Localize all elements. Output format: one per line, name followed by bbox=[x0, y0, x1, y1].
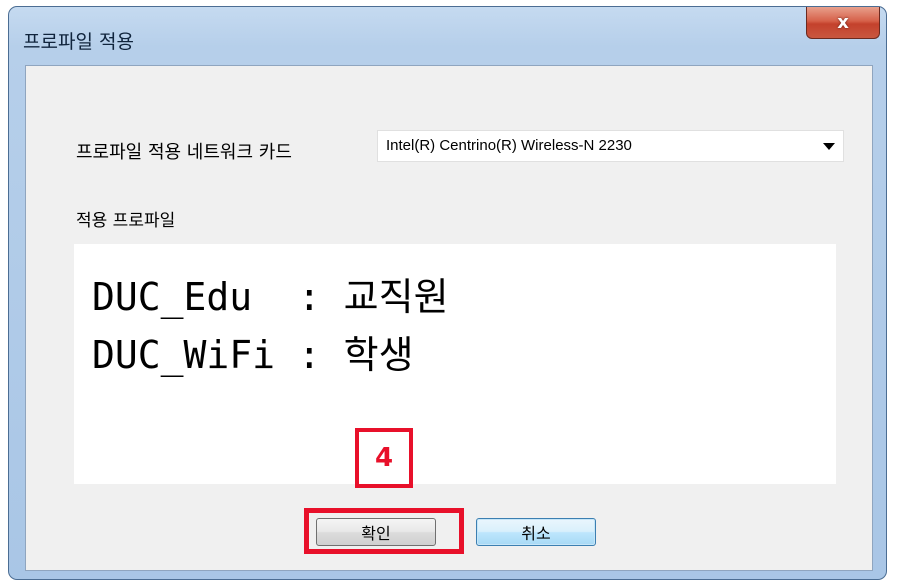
window-title: 프로파일 적용 bbox=[23, 31, 134, 53]
profile-line-edu: DUC_Edu : 교직원 bbox=[92, 275, 449, 319]
close-button[interactable]: x bbox=[806, 7, 880, 39]
chevron-down-icon[interactable] bbox=[823, 143, 835, 150]
step-number-callout: 4 bbox=[355, 428, 413, 488]
step-number: 4 bbox=[374, 443, 394, 473]
cancel-button[interactable]: 취소 bbox=[476, 518, 596, 546]
dialog-body: 프로파일 적용 네트워크 카드 Intel(R) Centrino(R) Wir… bbox=[25, 65, 873, 571]
ok-button[interactable]: 확인 bbox=[316, 518, 436, 546]
profile-apply-dialog: 프로파일 적용 x 프로파일 적용 네트워크 카드 Intel(R) Centr… bbox=[8, 6, 887, 580]
network-card-label: 프로파일 적용 네트워크 카드 bbox=[76, 142, 292, 163]
network-card-select[interactable]: Intel(R) Centrino(R) Wireless-N 2230 bbox=[377, 130, 844, 162]
profile-line-wifi: DUC_WiFi : 학생 bbox=[92, 333, 414, 377]
applied-profile-label: 적용 프로파일 bbox=[76, 211, 176, 231]
profile-list-box: DUC_Edu : 교직원 DUC_WiFi : 학생 bbox=[74, 244, 836, 484]
close-icon: x bbox=[837, 12, 849, 33]
title-bar[interactable]: 프로파일 적용 x bbox=[9, 7, 886, 63]
network-card-selected-value: Intel(R) Centrino(R) Wireless-N 2230 bbox=[386, 137, 632, 154]
